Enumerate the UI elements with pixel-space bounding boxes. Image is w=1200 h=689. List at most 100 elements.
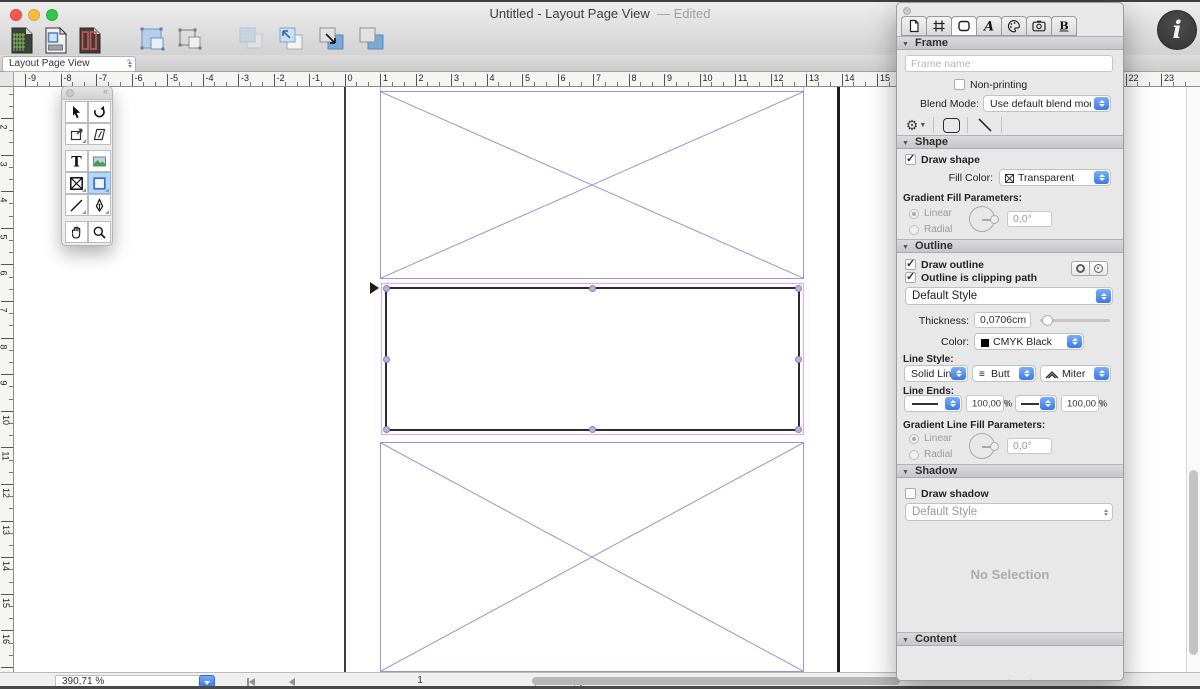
section-header-shape[interactable]: Shape: [897, 135, 1123, 149]
ruler-minor-tick: [865, 82, 866, 86]
line-gradient-linear-radio[interactable]: [909, 434, 919, 444]
flyout-indicator-icon: [105, 210, 109, 214]
tab-shape[interactable]: [951, 16, 977, 36]
palette-close-button[interactable]: [66, 89, 74, 97]
vertical-scrollbar-thumb[interactable]: [1189, 470, 1198, 655]
line-gradient-angle-dial[interactable]: [969, 433, 995, 459]
line-end-start-scale-field[interactable]: 100,00 %: [966, 395, 1004, 412]
hand-tool[interactable]: [65, 221, 88, 243]
zoom-tool[interactable]: [88, 221, 111, 243]
line-gradient-radial-radio[interactable]: [909, 450, 919, 460]
resize-handle-se[interactable]: [795, 426, 802, 433]
tab-page[interactable]: [901, 16, 927, 36]
horizontal-scrollbar-thumb[interactable]: [532, 677, 900, 685]
line-cap-select[interactable]: ≡ Butt: [972, 365, 1036, 382]
resize-handle-w[interactable]: [383, 356, 390, 363]
ungroup-icon[interactable]: [176, 26, 204, 52]
doc-grid-icon[interactable]: [10, 27, 34, 54]
pen-tool[interactable]: [88, 194, 111, 216]
thickness-slider-thumb[interactable]: [1042, 315, 1053, 326]
rotate-tool[interactable]: [88, 101, 111, 123]
gear-menu-button[interactable]: ⚙ ▼: [903, 116, 929, 134]
send-to-back-icon[interactable]: [237, 26, 267, 52]
doc-columns-icon[interactable]: [78, 27, 102, 54]
tab-image[interactable]: [1026, 16, 1052, 36]
stepper-icon[interactable]: [1100, 395, 1104, 412]
section-header-outline[interactable]: Outline: [897, 239, 1123, 253]
info-button[interactable]: i: [1157, 10, 1197, 50]
line-end-finish-scale-field[interactable]: 100,00 %: [1061, 395, 1099, 412]
gradient-radial-label: Radial: [924, 224, 952, 235]
section-header-frame[interactable]: Frame: [897, 36, 1123, 50]
pointer-tool[interactable]: [65, 101, 88, 123]
ruler-minor-tick: [9, 386, 13, 387]
send-backward-icon[interactable]: [317, 26, 347, 52]
resize-handle-n[interactable]: [589, 285, 596, 292]
section-header-content[interactable]: Content: [897, 632, 1123, 646]
line-tool[interactable]: [65, 194, 88, 216]
section-header-shadow[interactable]: Shadow: [897, 464, 1123, 478]
outline-position-outside-button[interactable]: [1071, 261, 1090, 276]
tab-output[interactable]: B: [1051, 16, 1077, 36]
image-tool[interactable]: [88, 150, 111, 172]
resize-handle-nw[interactable]: [383, 285, 390, 292]
frame-name-input[interactable]: Frame name: [905, 55, 1113, 72]
outline-color-select[interactable]: CMYK Black: [974, 333, 1084, 350]
group-icon[interactable]: [139, 26, 167, 52]
gradient-angle-dial[interactable]: [969, 206, 995, 232]
line-style-select[interactable]: Solid Line: [904, 365, 968, 382]
resize-handle-s[interactable]: [589, 426, 596, 433]
ruler-tick: [1, 228, 13, 229]
gradient-linear-radio[interactable]: [909, 209, 919, 219]
scale-tool[interactable]: [65, 123, 88, 145]
empty-frame-tool[interactable]: [65, 172, 88, 194]
ruler-label: 4: [0, 198, 9, 203]
collapse-icon[interactable]: «: [103, 86, 108, 96]
draw-shadow-checkbox[interactable]: [905, 488, 916, 499]
tab-color[interactable]: [1001, 16, 1027, 36]
resize-handle-sw[interactable]: [383, 426, 390, 433]
fill-color-select[interactable]: Transparent: [999, 169, 1111, 186]
bring-forward-icon[interactable]: [277, 26, 307, 52]
stepper-icon[interactable]: [1005, 395, 1009, 412]
line-join-select[interactable]: Miter: [1040, 365, 1111, 382]
blend-mode-select[interactable]: Use default blend mode: [983, 95, 1111, 112]
empty-picture-frame-bottom[interactable]: [380, 442, 804, 672]
ruler-minor-tick: [356, 82, 357, 86]
outline-position-inside-button[interactable]: [1089, 261, 1108, 276]
draw-shape-checkbox[interactable]: [905, 154, 916, 165]
panel-close-button[interactable]: [903, 7, 911, 15]
shear-tool[interactable]: [88, 123, 111, 145]
ruler-minor-tick: [9, 582, 13, 583]
outline-clipping-checkbox[interactable]: [905, 272, 916, 283]
tab-frame[interactable]: [926, 16, 952, 36]
outline-style-select[interactable]: Default Style: [905, 287, 1113, 305]
ruler-minor-tick: [498, 82, 499, 86]
thickness-field[interactable]: 0,0706cm: [974, 312, 1031, 328]
resize-handle-ne[interactable]: [795, 285, 802, 292]
selected-rectangle-frame[interactable]: [385, 287, 800, 431]
line-gradient-angle-field[interactable]: 0,0°: [1007, 438, 1052, 454]
view-mode-value: Layout Page View: [9, 58, 89, 69]
bring-to-front-icon[interactable]: [357, 26, 387, 52]
empty-picture-frame-top[interactable]: [380, 91, 804, 279]
line-end-finish-select[interactable]: [1015, 395, 1057, 412]
doc-layout-icon[interactable]: [44, 27, 68, 54]
draw-outline-checkbox[interactable]: [905, 259, 916, 270]
gradient-angle-field[interactable]: 0,0°: [1007, 211, 1052, 227]
resize-handle-e[interactable]: [795, 356, 802, 363]
ruler-minor-tick: [9, 435, 13, 436]
tool-palette-titlebar[interactable]: «: [62, 87, 112, 100]
rectangle-tool[interactable]: [88, 172, 111, 194]
view-mode-select[interactable]: Layout Page View ⌃: [2, 56, 136, 72]
frame-name-placeholder: Frame name: [911, 58, 971, 70]
vertical-scrollbar[interactable]: [1186, 87, 1200, 672]
tab-text[interactable]: A: [976, 16, 1002, 36]
gradient-radial-radio[interactable]: [909, 225, 919, 235]
non-printing-checkbox[interactable]: [954, 79, 965, 90]
ruler-minor-tick: [9, 289, 13, 290]
line-end-start-select[interactable]: [904, 395, 962, 412]
rectangle-shape-button[interactable]: [939, 116, 963, 134]
line-shape-button[interactable]: [973, 116, 997, 134]
text-tool[interactable]: T: [65, 150, 88, 172]
